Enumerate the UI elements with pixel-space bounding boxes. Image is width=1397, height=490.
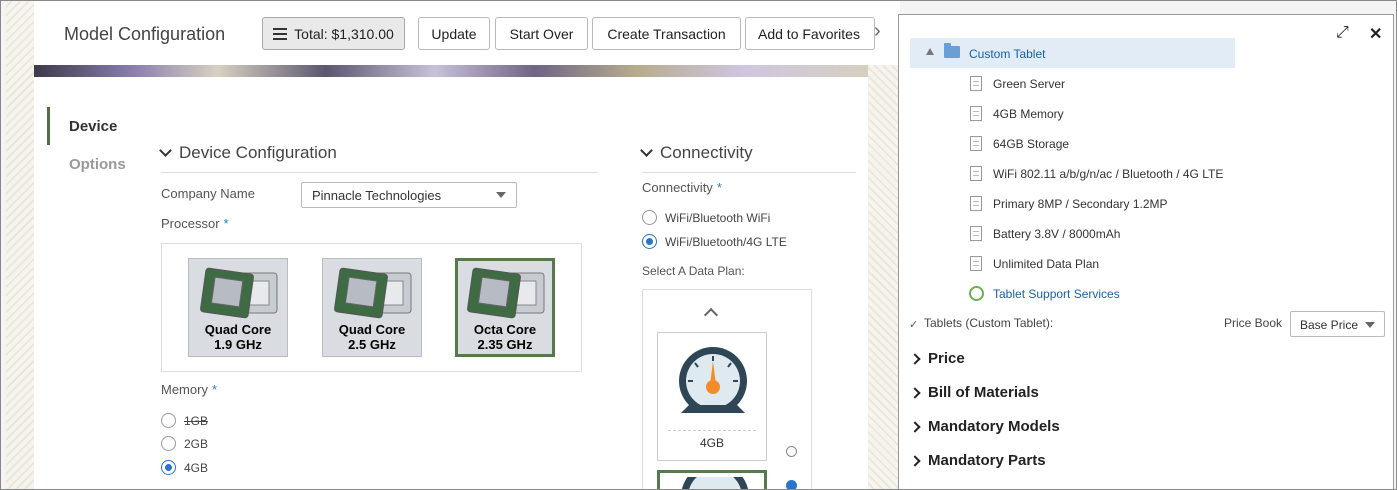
screenshot-frame [0, 0, 1397, 490]
